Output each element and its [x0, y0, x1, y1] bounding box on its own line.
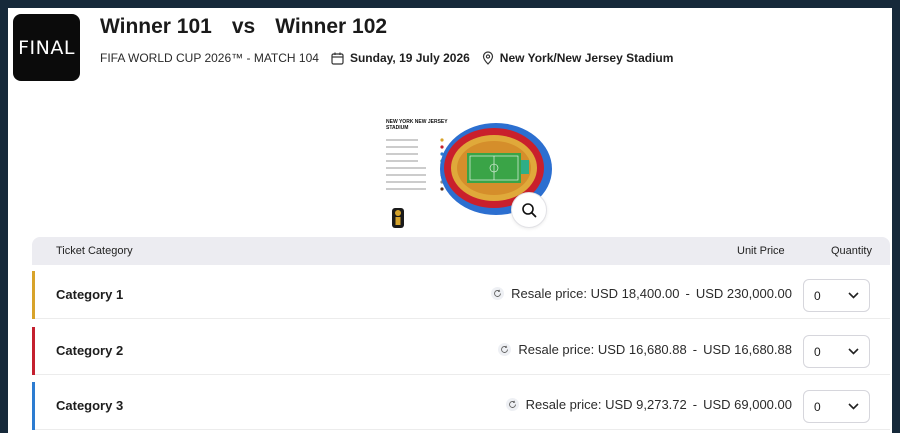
- match-title: Winner 101 vs Winner 102: [100, 15, 387, 41]
- col-ticket-category: Ticket Category: [56, 245, 133, 257]
- ticket-page: FINAL Winner 101 vs Winner 102 FIFA WORLD …: [8, 8, 892, 433]
- location-pin-icon: [482, 51, 493, 65]
- quantity-select[interactable]: 0: [803, 335, 870, 368]
- date-text: Sunday, 19 July 2026: [349, 51, 470, 65]
- zoom-map-button[interactable]: [511, 192, 547, 228]
- match-venue: New York/New Jersey Stadium: [482, 51, 674, 65]
- match-date: Sunday, 19 July 2026: [331, 51, 470, 65]
- unit-price: Resale price: USD 16,680.88 - USD 16,680…: [498, 342, 792, 357]
- calendar-icon: [331, 52, 344, 65]
- table-header: Ticket Category Unit Price Quantity: [32, 237, 890, 265]
- map-legend: [386, 138, 444, 191]
- category-name: Category 2: [56, 343, 124, 358]
- chevron-down-icon: [848, 403, 859, 410]
- category-name: Category 1: [56, 287, 124, 302]
- category-color-bar: [32, 382, 35, 430]
- venue-text: New York/New Jersey Stadium: [499, 51, 674, 65]
- col-unit-price: Unit Price: [737, 245, 785, 257]
- match-meta: FIFA WORLD CUP 2026™ - MATCH 104 Sunday,…: [100, 49, 673, 67]
- resale-label: Resale price:: [518, 342, 595, 357]
- table-row: Category 1 Resale price: USD 18,400.00 -…: [32, 271, 890, 319]
- resale-icon: [498, 343, 512, 356]
- table-row: Category 2 Resale price: USD 16,680.88 -…: [32, 327, 890, 375]
- final-badge: FINAL: [13, 14, 80, 81]
- quantity-select[interactable]: 0: [803, 279, 870, 312]
- quantity-value: 0: [814, 288, 821, 303]
- price-to: USD 16,680.88: [703, 342, 792, 357]
- team-away: Winner 102: [275, 15, 388, 38]
- map-title-line2: STADIUM: [386, 125, 408, 131]
- chevron-down-icon: [848, 348, 859, 355]
- category-color-bar: [32, 327, 35, 375]
- quantity-value: 0: [814, 344, 821, 359]
- price-to: USD 69,000.00: [703, 397, 792, 412]
- team-home: Winner 101: [100, 15, 212, 38]
- chevron-down-icon: [848, 292, 859, 299]
- unit-price: Resale price: USD 18,400.00 - USD 230,00…: [491, 286, 792, 301]
- competition-label: FIFA WORLD CUP 2026™ - MATCH 104: [100, 51, 319, 65]
- table-row: Category 3 Resale price: USD 9,273.72 - …: [32, 382, 890, 430]
- price-from: USD 9,273.72: [605, 397, 687, 412]
- unit-price: Resale price: USD 9,273.72 - USD 69,000.…: [505, 397, 792, 412]
- price-from: USD 16,680.88: [597, 342, 687, 357]
- quantity-select[interactable]: 0: [803, 390, 870, 423]
- match-header: FINAL Winner 101 vs Winner 102 FIFA WORLD …: [8, 8, 892, 94]
- magnifier-icon: [522, 203, 537, 218]
- vs-label: vs: [231, 15, 256, 38]
- category-name: Category 3: [56, 398, 124, 413]
- resale-icon: [491, 287, 505, 300]
- resale-label: Resale price:: [511, 286, 587, 301]
- resale-label: Resale price:: [525, 397, 602, 412]
- quantity-value: 0: [814, 399, 821, 414]
- price-from: USD 18,400.00: [590, 286, 680, 301]
- world-cup-logo: [392, 208, 404, 228]
- price-to: USD 230,000.00: [695, 286, 792, 301]
- resale-icon: [505, 398, 519, 411]
- category-color-bar: [32, 271, 35, 319]
- col-quantity: Quantity: [831, 245, 872, 257]
